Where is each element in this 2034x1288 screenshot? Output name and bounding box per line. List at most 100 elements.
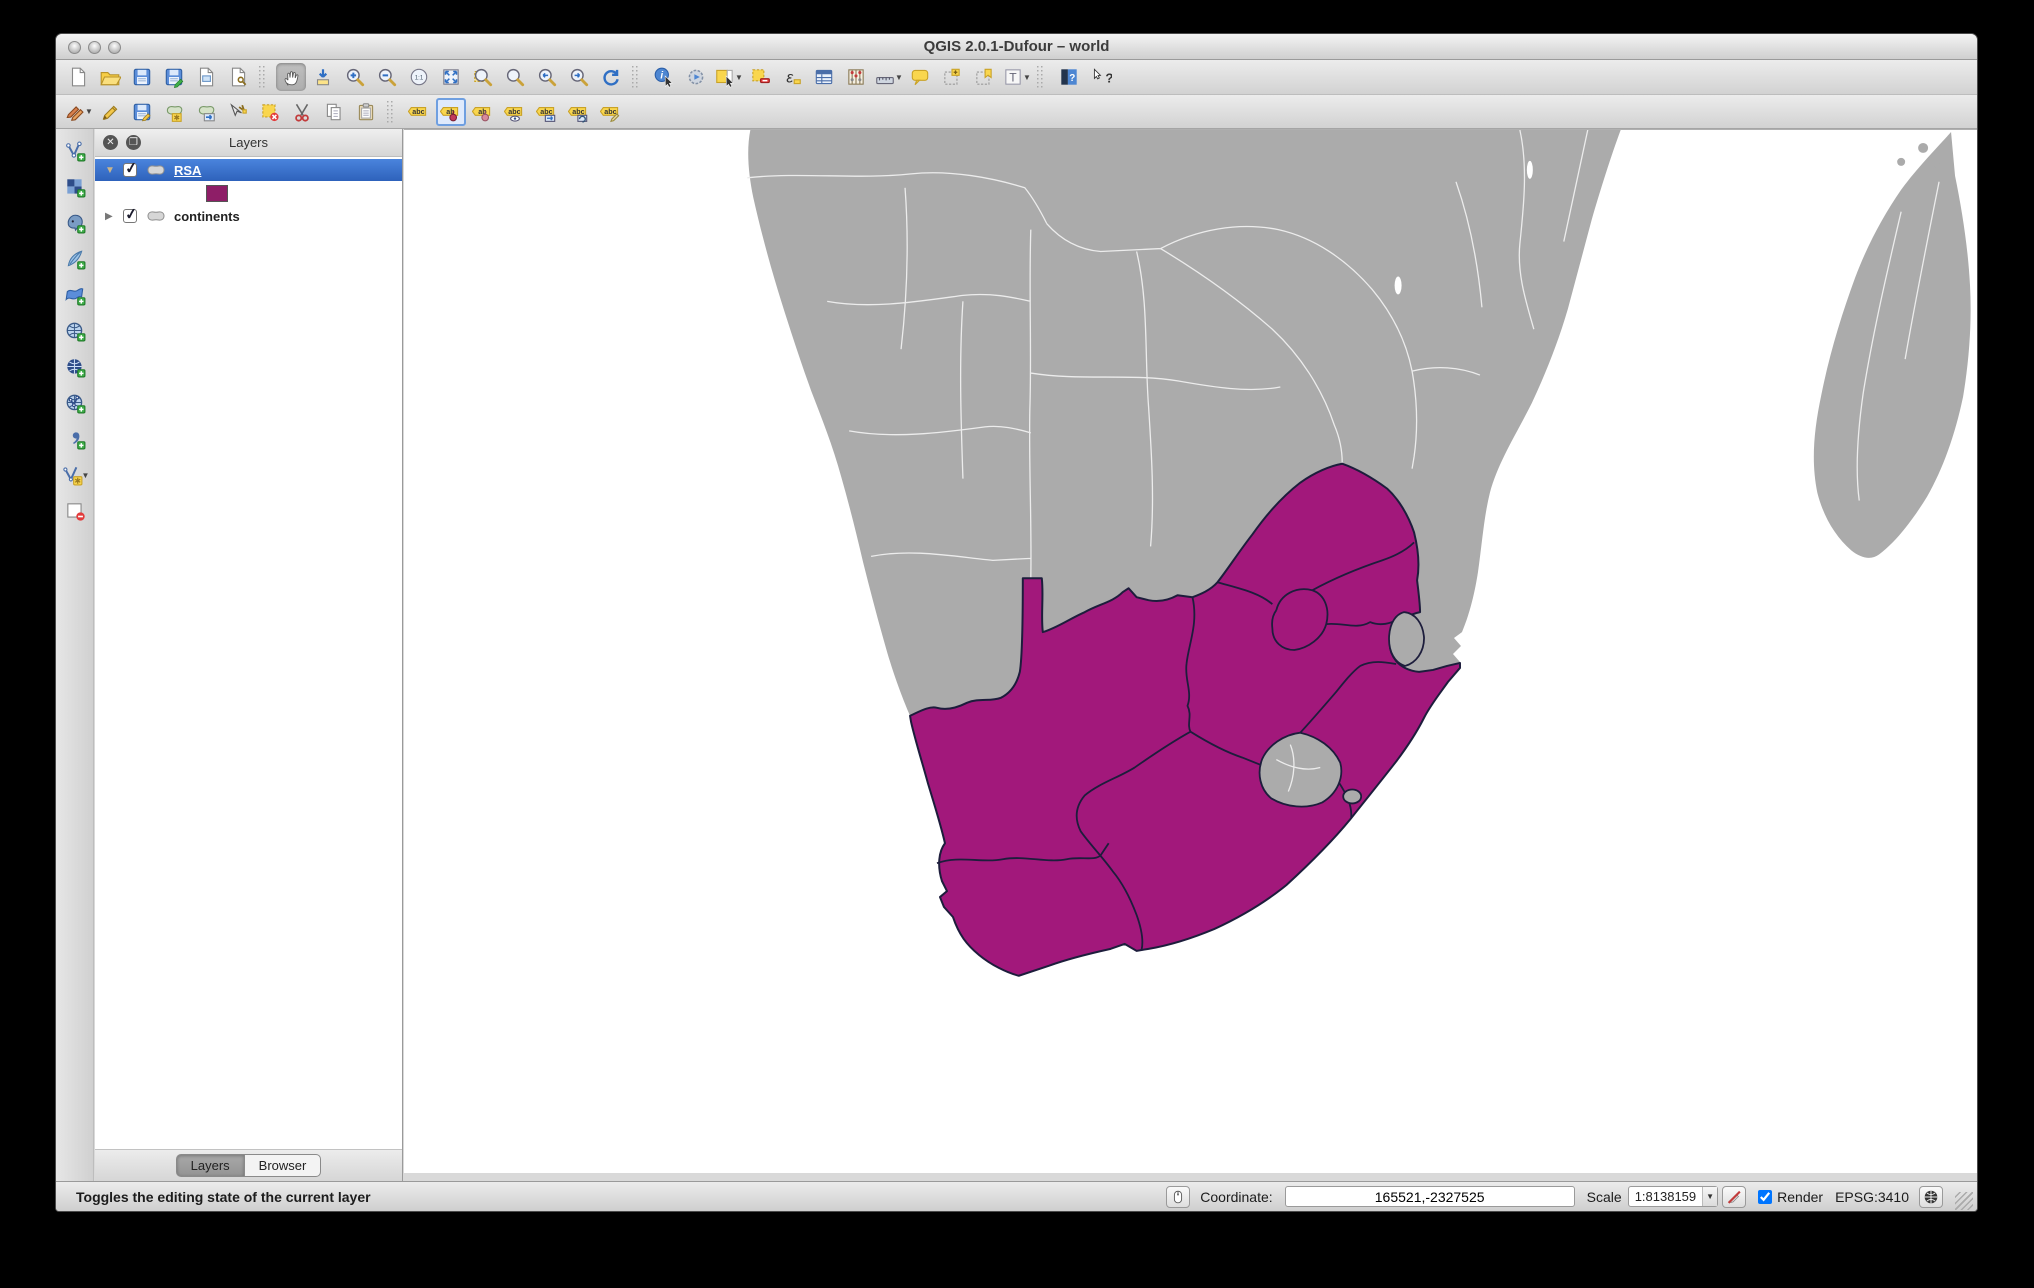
cut-features-icon[interactable] <box>287 98 317 126</box>
lake <box>1395 276 1402 294</box>
highlight-pinned-labels-icon[interactable]: ab <box>468 98 498 126</box>
render-checkbox[interactable] <box>1758 1190 1772 1204</box>
chevron-down-icon[interactable]: ▼ <box>85 107 92 116</box>
new-project-icon[interactable] <box>63 63 93 91</box>
run-feature-action-icon[interactable] <box>681 63 711 91</box>
paste-features-icon[interactable] <box>351 98 381 126</box>
expand-triangle-icon[interactable]: ▼ <box>105 165 117 176</box>
add-feature-icon[interactable] <box>159 98 189 126</box>
save-project-icon[interactable] <box>127 63 157 91</box>
new-bookmark-icon[interactable] <box>937 63 967 91</box>
zoom-full-icon[interactable] <box>436 63 466 91</box>
zoom-last-icon[interactable] <box>532 63 562 91</box>
map-canvas[interactable] <box>404 129 1977 1173</box>
save-project-as-icon[interactable] <box>159 63 189 91</box>
composer-manager-icon[interactable] <box>223 63 253 91</box>
current-edits-icon[interactable]: ▼ <box>63 98 93 126</box>
add-wms-layer-icon[interactable] <box>59 316 91 346</box>
pan-map-icon[interactable] <box>276 63 306 91</box>
svg-text:abc: abc <box>604 107 616 115</box>
measure-line-icon[interactable]: ▼ <box>873 63 903 91</box>
node-tool-icon[interactable] <box>223 98 253 126</box>
qgis-window: QGIS 2.0.1-Dufour – world 1:1i▼ε▼T▼?? ▼a… <box>55 33 1978 1212</box>
panel-tab-layers[interactable]: Layers <box>176 1154 244 1177</box>
zoom-out-icon[interactable] <box>372 63 402 91</box>
layer-symbology-swatch[interactable] <box>206 185 228 202</box>
add-wfs-layer-icon[interactable] <box>59 388 91 418</box>
stop-rendering-icon[interactable] <box>1722 1186 1746 1208</box>
refresh-map-icon[interactable] <box>596 63 626 91</box>
chevron-down-icon[interactable]: ▼ <box>895 73 902 82</box>
identify-features-icon[interactable]: i <box>649 63 679 91</box>
title-bar[interactable]: QGIS 2.0.1-Dufour – world <box>56 34 1977 60</box>
add-vector-layer-icon[interactable] <box>59 136 91 166</box>
status-bar: Toggles the editing state of the current… <box>56 1181 1977 1211</box>
layer-visibility-checkbox[interactable] <box>123 163 137 177</box>
resize-grip[interactable] <box>1955 1192 1973 1210</box>
add-wcs-layer-icon[interactable] <box>59 352 91 382</box>
digitizing-label-toolbar: ▼abcabababcabcabcabc <box>56 95 1977 129</box>
open-project-icon[interactable] <box>95 63 125 91</box>
copy-features-icon[interactable] <box>319 98 349 126</box>
new-shapefile-layer-icon[interactable]: ▼ <box>59 460 91 490</box>
scale-combobox[interactable]: 1:8138159 ▼ <box>1628 1186 1718 1207</box>
labeling-icon[interactable]: abc <box>404 98 434 126</box>
zoom-in-icon[interactable] <box>340 63 370 91</box>
toggle-editing-icon[interactable] <box>95 98 125 126</box>
add-delimited-text-layer-icon[interactable] <box>59 424 91 454</box>
add-postgis-layer-icon[interactable] <box>59 208 91 238</box>
add-spatialite-layer-icon[interactable] <box>59 244 91 274</box>
whats-this-icon[interactable]: ? <box>1086 63 1116 91</box>
island <box>1918 143 1928 153</box>
move-label-icon[interactable]: abc <box>532 98 562 126</box>
field-calculator-icon[interactable] <box>841 63 871 91</box>
chevron-down-icon[interactable]: ▼ <box>82 471 89 480</box>
move-feature-icon[interactable] <box>191 98 221 126</box>
panel-tab-browser[interactable]: Browser <box>244 1154 322 1177</box>
map-tips-icon[interactable] <box>905 63 935 91</box>
svg-text:abc: abc <box>572 107 584 115</box>
open-attribute-table-icon[interactable] <box>809 63 839 91</box>
svg-text:?: ? <box>1105 71 1112 86</box>
mouse-tracking-icon[interactable] <box>1166 1186 1190 1208</box>
toolbar-separator <box>631 66 638 88</box>
show-bookmarks-icon[interactable] <box>969 63 999 91</box>
show-hide-labels-icon[interactable]: abc <box>500 98 530 126</box>
delete-selected-icon[interactable] <box>255 98 285 126</box>
deselect-features-icon[interactable] <box>745 63 775 91</box>
add-raster-layer-icon[interactable] <box>59 172 91 202</box>
chevron-down-icon[interactable]: ▼ <box>1702 1187 1717 1206</box>
chevron-down-icon[interactable]: ▼ <box>735 73 742 82</box>
float-panel-icon[interactable]: ❐ <box>126 135 141 150</box>
layer-visibility-checkbox[interactable] <box>123 209 137 223</box>
rotate-label-icon[interactable]: abc <box>564 98 594 126</box>
add-mssql-layer-icon[interactable] <box>59 280 91 310</box>
layer-name[interactable]: continents <box>174 209 240 224</box>
select-by-expression-icon[interactable]: ε <box>777 63 807 91</box>
new-print-composer-icon[interactable] <box>191 63 221 91</box>
expand-triangle-icon[interactable]: ▶ <box>105 211 117 222</box>
zoom-native-icon[interactable]: 1:1 <box>404 63 434 91</box>
save-layer-edits-icon[interactable] <box>127 98 157 126</box>
layer-symbology-row <box>95 181 402 205</box>
layer-name[interactable]: RSA <box>174 163 201 178</box>
pan-to-selection-icon[interactable] <box>308 63 338 91</box>
select-features-icon[interactable]: ▼ <box>713 63 743 91</box>
change-label-icon[interactable]: abc <box>596 98 626 126</box>
lake <box>1527 161 1533 179</box>
close-panel-icon[interactable]: ✕ <box>103 135 118 150</box>
layer-row-continents[interactable]: ▶ continents <box>95 205 402 227</box>
remove-layer-icon[interactable] <box>59 496 91 526</box>
zoom-to-layer-icon[interactable] <box>500 63 530 91</box>
zoom-to-selection-icon[interactable] <box>468 63 498 91</box>
scale-label: Scale <box>1587 1189 1622 1205</box>
layer-row-RSA[interactable]: ▼ RSA <box>95 159 402 181</box>
chevron-down-icon[interactable]: ▼ <box>1023 73 1030 82</box>
help-contents-icon[interactable]: ? <box>1054 63 1084 91</box>
coordinate-input[interactable] <box>1285 1186 1575 1207</box>
text-annotation-icon[interactable]: T▼ <box>1001 63 1031 91</box>
pin-labels-icon[interactable]: ab <box>436 98 466 126</box>
zoom-next-icon[interactable] <box>564 63 594 91</box>
svg-text:T: T <box>1009 70 1017 84</box>
crs-status-icon[interactable] <box>1919 1186 1943 1208</box>
